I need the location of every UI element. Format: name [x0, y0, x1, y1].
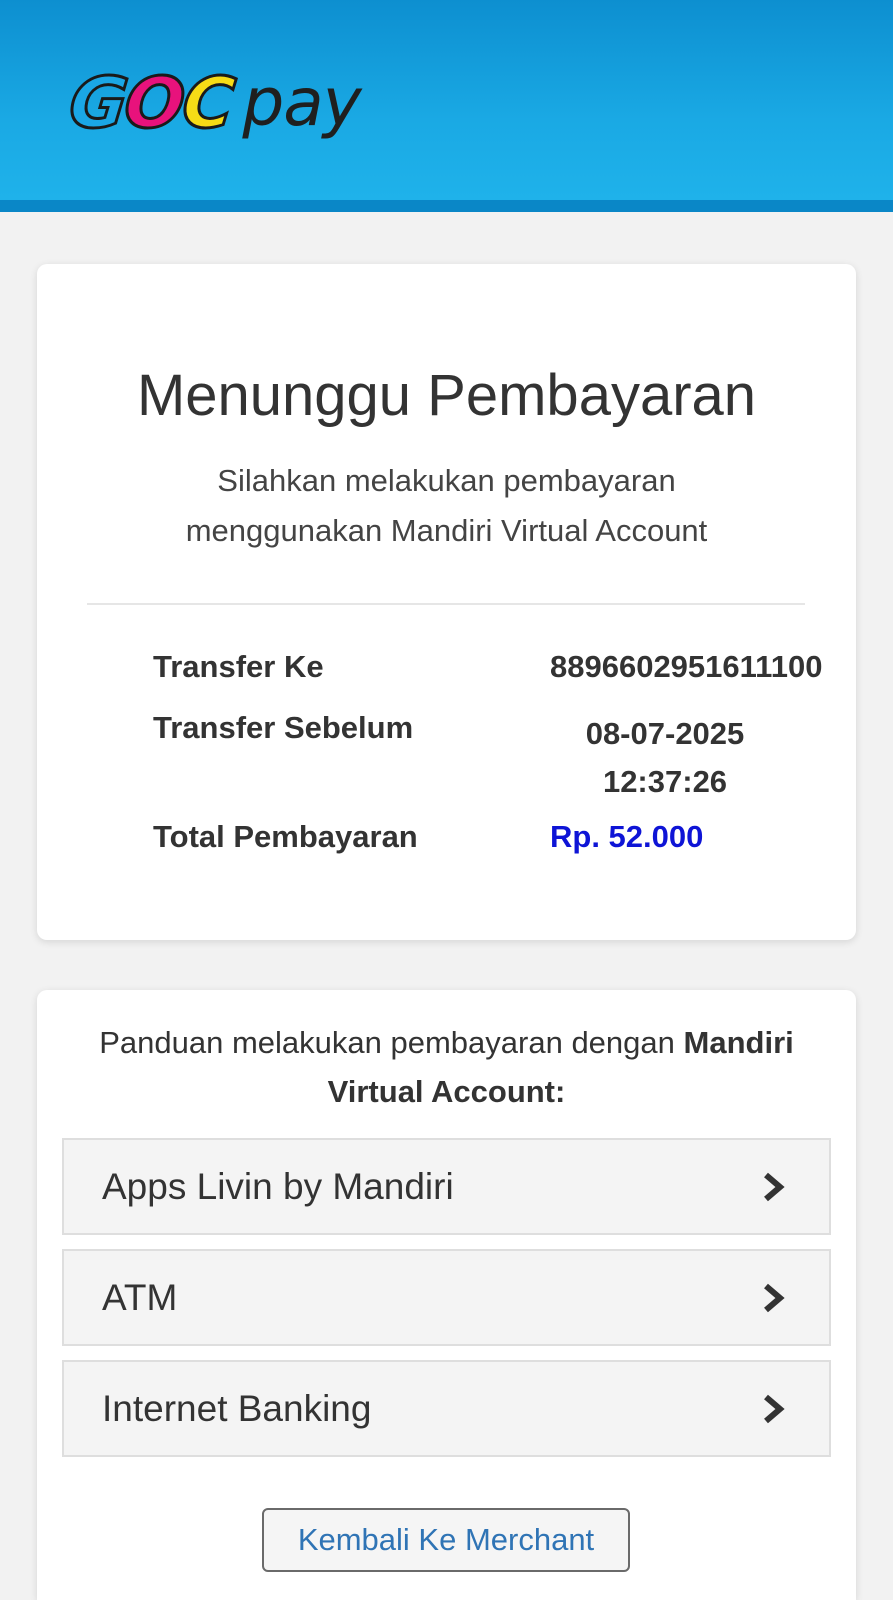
total-payment-label: Total Pembayaran	[153, 819, 418, 854]
back-to-merchant-button[interactable]: Kembali Ke Merchant	[262, 1508, 630, 1572]
virtual-account-number: 8896602951611100	[550, 649, 823, 684]
payment-status-card: Menunggu Pembayaran Silahkan melakukan p…	[37, 264, 856, 940]
logo-letter-o: O	[120, 61, 189, 146]
deadline-date: 08-07-2025	[585, 716, 745, 751]
method-internet-banking[interactable]: Internet Banking	[62, 1360, 831, 1457]
payment-instruction: Silahkan melakukan pembayaran menggunaka…	[37, 456, 856, 556]
logo-letter-g: G	[64, 61, 131, 146]
gocpay-logo: G O C pay	[64, 58, 362, 148]
payment-guide-card: Panduan melakukan pembayaran dengan Mand…	[37, 990, 856, 1600]
chevron-right-icon	[764, 1283, 785, 1313]
method-apps-livin[interactable]: Apps Livin by Mandiri	[62, 1138, 831, 1235]
logo-letter-c: C	[177, 61, 238, 146]
method-atm[interactable]: ATM	[62, 1249, 831, 1346]
instruction-line-2: menggunakan Mandiri Virtual Account	[185, 513, 708, 548]
deadline-time: 12:37:26	[602, 764, 728, 799]
page-title: Menunggu Pembayaran	[136, 363, 757, 428]
divider	[87, 603, 805, 605]
method-label: ATM	[102, 1277, 178, 1318]
payment-deadline: 08-07-2025 12:37:26	[535, 710, 795, 806]
method-label: Apps Livin by Mandiri	[102, 1166, 454, 1207]
transfer-before-label: Transfer Sebelum	[153, 710, 414, 745]
logo-letters: G O C	[64, 61, 238, 146]
chevron-right-icon	[764, 1172, 785, 1202]
chevron-right-icon	[764, 1394, 785, 1424]
method-label: Internet Banking	[102, 1388, 372, 1429]
logo-pay-text: pay	[242, 64, 361, 141]
guide-intro: Panduan melakukan pembayaran dengan Mand…	[57, 1018, 836, 1116]
total-payment-amount: Rp. 52.000	[550, 819, 704, 854]
header-bar: G O C pay	[0, 0, 893, 212]
transfer-to-label: Transfer Ke	[153, 649, 324, 684]
guide-intro-text: Panduan melakukan pembayaran dengan	[99, 1025, 675, 1060]
instruction-line-1: Silahkan melakukan pembayaran	[217, 463, 676, 498]
